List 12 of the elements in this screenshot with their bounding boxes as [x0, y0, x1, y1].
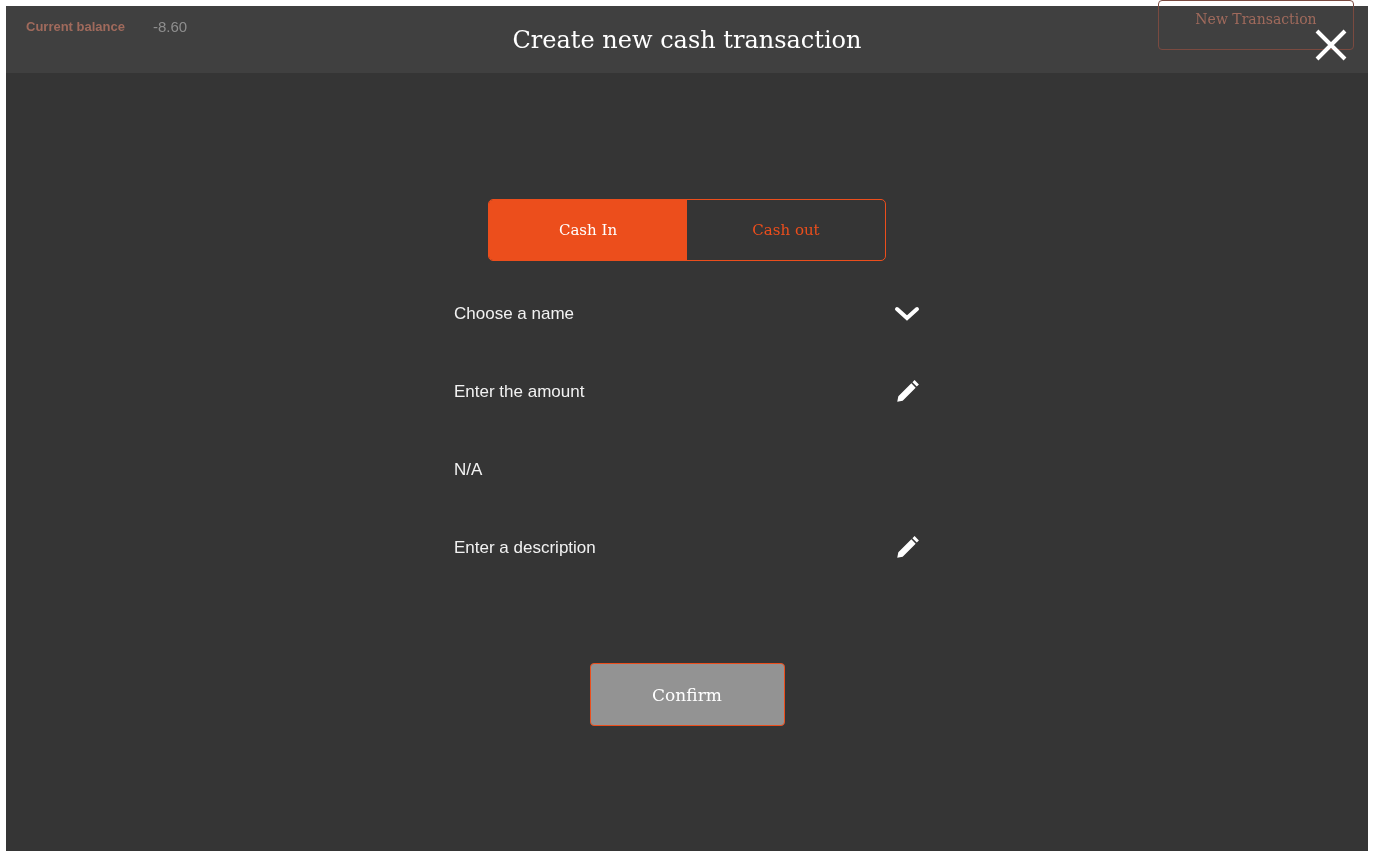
chevron-down-icon[interactable] — [894, 305, 920, 323]
pencil-icon[interactable] — [894, 535, 920, 561]
transaction-type-tab[interactable]: Cash In — [489, 200, 687, 260]
field-placeholder[interactable]: N/A — [454, 460, 483, 480]
field-placeholder[interactable]: Choose a name — [454, 304, 575, 324]
pencil-icon[interactable] — [894, 379, 920, 405]
dialog-title: Create new cash transaction — [512, 25, 862, 54]
field-placeholder[interactable]: Enter the amount — [454, 382, 585, 402]
field-placeholder[interactable]: Enter a description — [454, 538, 596, 558]
close-icon[interactable] — [1314, 28, 1348, 62]
balance-value: -8.60 — [153, 18, 188, 35]
balance-label: Current balance — [26, 19, 125, 34]
